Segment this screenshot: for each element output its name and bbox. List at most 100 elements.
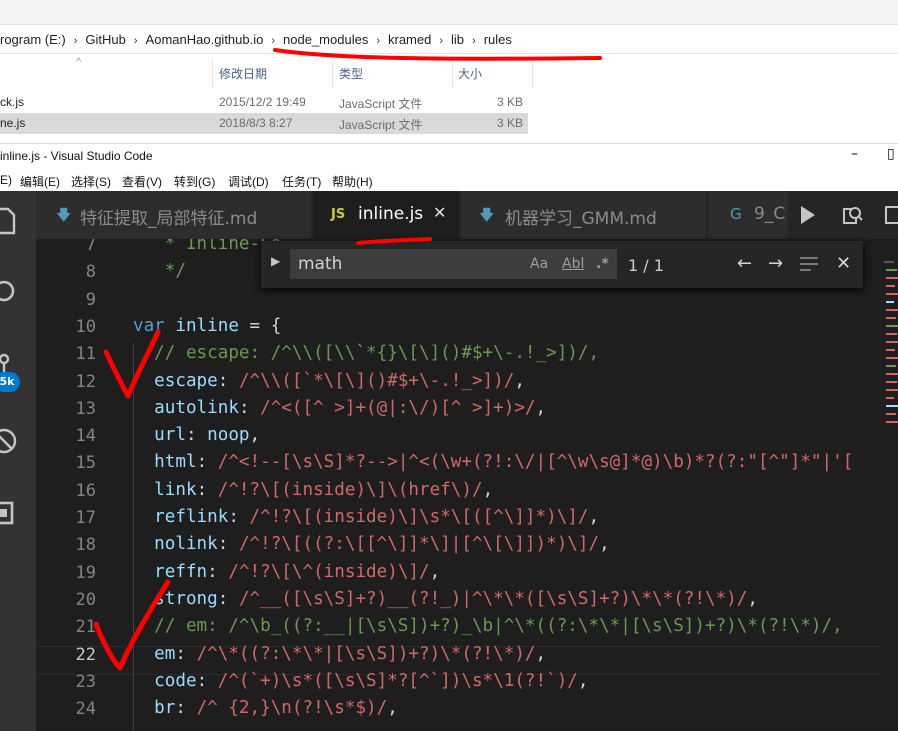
menu-debug[interactable]: 调试(D) [228, 173, 269, 190]
minimize-icon[interactable]: – [851, 146, 858, 162]
code-line[interactable]: // em: /^\b_((?:__|[\s\S])+?)_\b|^\*((?:… [133, 616, 843, 636]
chevron-right-icon[interactable]: › [74, 35, 78, 47]
markdown-icon: 🡇 [56, 206, 72, 224]
run-icon[interactable] [798, 204, 818, 226]
code-line[interactable]: * Inline-Le [133, 239, 282, 254]
tab-feature-extraction[interactable]: 🡇 特征提取_局部特征.md [36, 191, 311, 239]
file-row[interactable]: ck.js 2015/12/2 19:49 JavaScript 文件 3 KB [0, 92, 528, 113]
menu-edit[interactable]: 编辑(E) [20, 173, 60, 190]
code-line[interactable]: */ [133, 261, 186, 281]
match-case-toggle[interactable]: Aa [530, 256, 548, 272]
code-token: /^\*((?:\*\*|[\s\S])+?)\*(?!\*)/ [196, 643, 536, 664]
address-bar[interactable]: rogram (E:) › GitHub › AomanHao.github.io › no… [0, 27, 898, 54]
tab-inline-js[interactable]: JS inline.js ✕ [313, 191, 459, 239]
column-divider[interactable] [332, 58, 333, 88]
maximize-icon[interactable]: ▯ [887, 146, 895, 162]
column-header-size[interactable]: 大小 [458, 65, 482, 82]
breadcrumb-drive[interactable]: rogram (E:) [0, 32, 66, 47]
close-icon[interactable]: ✕ [836, 253, 851, 274]
line-number: 20 [75, 589, 96, 610]
file-name: ck.js [0, 95, 24, 109]
match-count: 1 / 1 [628, 256, 664, 275]
menu-tasks[interactable]: 任务(T) [282, 173, 321, 190]
code-token: link [133, 479, 197, 500]
line-number: 11 [75, 344, 96, 365]
code-token: url [133, 425, 186, 446]
code-line[interactable]: em: /^\*((?:\*\*|[\s\S])+?)\*(?!\*)/, [133, 644, 546, 664]
tab-csharp[interactable]: G 9_C [708, 191, 788, 239]
code-editor[interactable]: 7 8 9 10 11 12 13 14 15 16 17 18 19 20 21 22 23 24 * Inli… [36, 239, 898, 731]
chevron-right-icon[interactable]: › [472, 35, 476, 47]
code-line[interactable]: // escape: /^\\([\\`*{}\[\]()#$+\-.!_>])… [133, 343, 599, 363]
line-number: 23 [75, 671, 96, 692]
code-line[interactable]: url: noop, [133, 425, 260, 445]
match-whole-word-toggle[interactable]: Abl [562, 256, 584, 272]
menu-file[interactable]: E) [0, 173, 12, 187]
code-token: , [482, 479, 494, 500]
breadcrumb: rogram (E:) › GitHub › AomanHao.github.io › no… [0, 32, 512, 47]
breadcrumb-node-modules[interactable]: node_modules [283, 32, 368, 47]
code-line[interactable]: code: /^(`+)\s*([\s\S]*?[^`])\s*\1(?!`)/… [133, 671, 588, 691]
code-token: var [133, 315, 165, 336]
code-token: : [217, 588, 239, 609]
menu-view[interactable]: 查看(V) [122, 173, 162, 190]
split-editor-icon[interactable] [884, 205, 898, 225]
chevron-right-icon[interactable]: › [271, 35, 275, 47]
breadcrumb-rules[interactable]: rules [484, 32, 512, 47]
code-token: : [196, 452, 218, 473]
close-icon[interactable]: ✕ [433, 203, 446, 222]
use-regex-toggle[interactable]: .* [596, 256, 609, 272]
code-token: escape [133, 370, 218, 391]
chevron-right-icon[interactable]: › [376, 35, 380, 47]
column-divider[interactable] [452, 58, 453, 88]
column-divider[interactable] [212, 58, 213, 88]
column-header-type[interactable]: 类型 [339, 65, 363, 82]
file-explorer-window: rogram (E:) › GitHub › AomanHao.github.io › no… [0, 0, 898, 143]
tab-ml-gmm[interactable]: 🡇 机器学习_GMM.md [461, 191, 706, 239]
code-line[interactable]: html: /^<!--[\s\S]*?-->|^<(\w+(?!:\/|[^\… [133, 452, 853, 472]
split-compare-icon[interactable] [842, 204, 864, 226]
code-line[interactable]: link: /^!?\[(inside)\]\(href\)/, [133, 480, 493, 500]
find-widget: ▶ Aa Abl .* 1 / 1 ← → ✕ [261, 241, 863, 288]
code-line[interactable]: autolink: /^<([^ >]+(@|:\/)[^ >]+)>/, [133, 398, 546, 418]
code-line[interactable]: strong: /^__([\s\S]+?)__(?!_)|^\*\*([\s\… [133, 589, 758, 609]
code-token: // em: /^\b_((?:__|[\s\S])+?)_\b|^\*((?:… [133, 616, 843, 637]
code-line[interactable]: br: /^ {2,}\n(?!\s*$)/, [133, 698, 398, 718]
find-in-selection-icon[interactable] [799, 256, 819, 273]
breadcrumb-lib[interactable]: lib [451, 32, 464, 47]
minimap[interactable] [884, 241, 898, 441]
breadcrumb-repo[interactable]: AomanHao.github.io [146, 32, 264, 47]
code-token: /^<!--[\s\S]*?-->|^<(\w+(?!:\/|[^\w\s@]*… [217, 452, 854, 473]
debug-icon[interactable] [0, 425, 22, 457]
column-divider[interactable] [532, 58, 533, 88]
code-token: , [535, 643, 547, 664]
breadcrumb-github[interactable]: GitHub [85, 32, 125, 47]
code-line[interactable]: reffn: /^!?\[\^(inside)\]/, [133, 562, 440, 582]
code-token: /^(`+)\s*([\s\S]*?[^`])\s*\1(?!`)/ [217, 670, 578, 691]
menu-help[interactable]: 帮助(H) [332, 173, 373, 190]
code-line[interactable]: escape: /^\\([`*\[\]()#$+\-.!_>])/, [133, 371, 525, 391]
code-line[interactable]: var inline = { [133, 316, 281, 336]
file-row-selected[interactable]: ne.js 2018/8/3 8:27 JavaScript 文件 3 KB [0, 113, 528, 134]
breadcrumb-kramed[interactable]: kramed [388, 32, 431, 47]
next-match-icon[interactable]: → [768, 253, 783, 274]
window-title: inline.js - Visual Studio Code [0, 149, 153, 163]
column-header-date[interactable]: 修改日期 [219, 65, 267, 82]
code-line[interactable]: reflink: /^!?\[(inside)\]\s*\[([^\]]*)\]… [133, 507, 599, 527]
code-token: , [588, 507, 600, 527]
menu-goto[interactable]: 转到(G) [174, 173, 215, 190]
activity-bar: 5k [0, 191, 36, 731]
chevron-right-icon[interactable]: › [439, 35, 443, 47]
menu-selection[interactable]: 选择(S) [71, 173, 111, 190]
code-token: /^<([^ >]+(@|:\/)[^ >]+)>/ [260, 397, 536, 418]
code-token: autolink [133, 397, 239, 418]
chevron-right-icon[interactable]: › [134, 35, 138, 47]
explorer-files-icon[interactable] [0, 205, 22, 237]
search-icon[interactable] [0, 277, 22, 309]
file-date: 2015/12/2 19:49 [219, 95, 306, 109]
code-line[interactable]: nolink: /^!?\[((?:\[[^\]]*\]|[^\[\]])*)\… [133, 534, 610, 554]
previous-match-icon[interactable]: ← [737, 253, 752, 274]
extensions-icon[interactable] [0, 497, 22, 529]
code-token: : [185, 425, 208, 446]
toggle-replace-icon[interactable]: ▶ [271, 254, 280, 268]
